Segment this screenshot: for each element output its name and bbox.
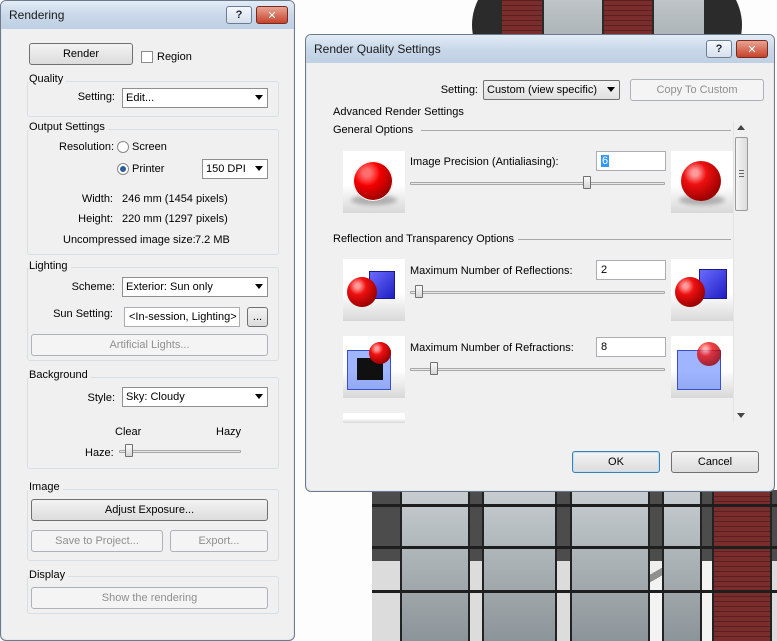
resolution-label: Resolution: [59,141,115,153]
style-label: Style: [87,392,115,404]
rendering-window: Rendering ? ✕ Render Region Quality Sett… [0,0,295,641]
output-group-title: Output Settings [29,121,108,133]
printer-label: Printer [132,163,165,175]
style-value: Sky: Cloudy [126,391,185,403]
rendering-titlebar: Rendering ? ✕ [1,1,294,29]
chevron-down-icon [607,87,615,92]
sun-setting-label: Sun Setting: [53,308,113,320]
display-group-title: Display [29,569,69,581]
scheme-dropdown[interactable]: Exterior: Sun only [122,277,268,297]
precision-slider-track[interactable] [410,182,665,185]
style-dropdown[interactable]: Sky: Cloudy [122,387,268,407]
artificial-lights-button[interactable]: Artificial Lights... [31,334,268,356]
help-button[interactable]: ? [226,6,252,24]
reflections-high-sample [671,259,733,321]
chevron-down-icon [255,284,263,289]
chevron-down-icon [255,166,263,171]
quality-setting-label: Setting: [440,84,478,96]
scheme-value: Exterior: Sun only [126,281,213,293]
refractions-high-sample [671,336,733,398]
printer-radio[interactable] [117,163,129,175]
scroll-up-icon[interactable] [737,125,745,130]
height-value: 220 mm (1297 pixels) [122,213,228,225]
show-rendering-button[interactable]: Show the rendering [31,587,268,609]
region-label: Region [157,51,192,63]
scroll-down-icon[interactable] [737,413,745,418]
copy-to-custom-button[interactable]: Copy To Custom [630,79,764,101]
quality-preset-value: Custom (view specific) [487,84,598,96]
image-size-label: Uncompressed image size: [63,234,196,246]
width-label: Width: [81,193,113,205]
image-group-title: Image [29,481,63,493]
quality-dialog-titlebar: Render Quality Settings ? ✕ [306,35,774,63]
quality-preset-dropdown[interactable]: Custom (view specific) [483,80,620,100]
refractions-value: 8 [601,341,608,353]
precision-value: 6 [601,155,610,167]
haze-label: Haze: [85,447,114,459]
reflections-value: 2 [601,264,608,276]
haze-slider-track[interactable] [119,450,241,453]
scrollbar-thumb[interactable] [735,137,748,211]
general-options-label: General Options [333,124,414,136]
width-value: 246 mm (1454 pixels) [122,193,228,205]
quality-setting-value: Edit... [126,92,155,104]
export-button[interactable]: Export... [170,530,268,552]
refractions-slider-track[interactable] [410,368,665,371]
screen-radio[interactable] [117,141,129,153]
close-button[interactable]: ✕ [256,6,288,24]
next-option-sample [343,413,405,423]
precision-label: Image Precision (Antialiasing): [410,156,559,168]
quality-setting-label: Setting: [77,91,115,103]
building-tower-body [372,490,777,641]
reflections-input[interactable]: 2 [596,260,666,280]
reflections-slider-thumb[interactable] [414,285,423,298]
adjust-exposure-button[interactable]: Adjust Exposure... [31,499,268,521]
quality-help-button[interactable]: ? [706,40,732,58]
precision-slider-thumb[interactable] [582,176,591,189]
render-button[interactable]: Render [29,43,133,65]
reflections-label: Maximum Number of Reflections: [410,265,573,277]
chevron-down-icon [255,394,263,399]
save-to-project-button[interactable]: Save to Project... [31,530,163,552]
refractions-label: Maximum Number of Refractions: [410,342,574,354]
haze-hazy-label: Hazy [216,426,242,438]
quality-group-title: Quality [29,73,67,85]
ok-button[interactable]: OK [572,451,660,473]
reflection-transparency-label: Reflection and Transparency Options [333,233,514,245]
advanced-settings-scrollbar[interactable] [733,121,749,423]
scheme-label: Scheme: [71,281,115,293]
quality-setting-dropdown[interactable]: Edit... [122,88,268,108]
advanced-settings-scroll-area: General Options Image Precision (Antiali… [328,121,748,423]
render-quality-dialog: Render Quality Settings ? ✕ Setting: Cus… [305,34,775,492]
screen-label: Screen [132,141,167,153]
region-checkbox[interactable] [141,51,153,63]
rendering-title: Rendering [9,8,65,22]
sun-setting-value: <In-session, Lighting> [129,311,237,323]
sun-setting-browse-button[interactable]: ... [247,307,268,327]
reflections-slider-track[interactable] [410,291,665,294]
reflections-low-sample [343,259,405,321]
haze-slider-thumb[interactable] [124,444,133,457]
sun-setting-field[interactable]: <In-session, Lighting> [124,307,240,327]
refractions-low-sample [343,336,405,398]
precision-input[interactable]: 6 [596,151,666,171]
dpi-dropdown[interactable]: 150 DPI [202,159,268,179]
refractions-slider-thumb[interactable] [429,362,438,375]
advanced-settings-label: Advanced Render Settings [333,106,464,118]
height-label: Height: [78,213,113,225]
refractions-input[interactable]: 8 [596,337,666,357]
image-size-value: 7.2 MB [195,234,230,246]
dpi-value: 150 DPI [206,163,246,175]
precision-high-sample [671,151,733,213]
quality-dialog-title: Render Quality Settings [314,42,441,56]
quality-close-button[interactable]: ✕ [736,40,768,58]
background-group-title: Background [29,369,91,381]
lighting-group-title: Lighting [29,260,71,272]
precision-low-sample [343,151,405,213]
cancel-button[interactable]: Cancel [671,451,759,473]
chevron-down-icon [255,95,263,100]
haze-clear-label: Clear [115,426,142,438]
